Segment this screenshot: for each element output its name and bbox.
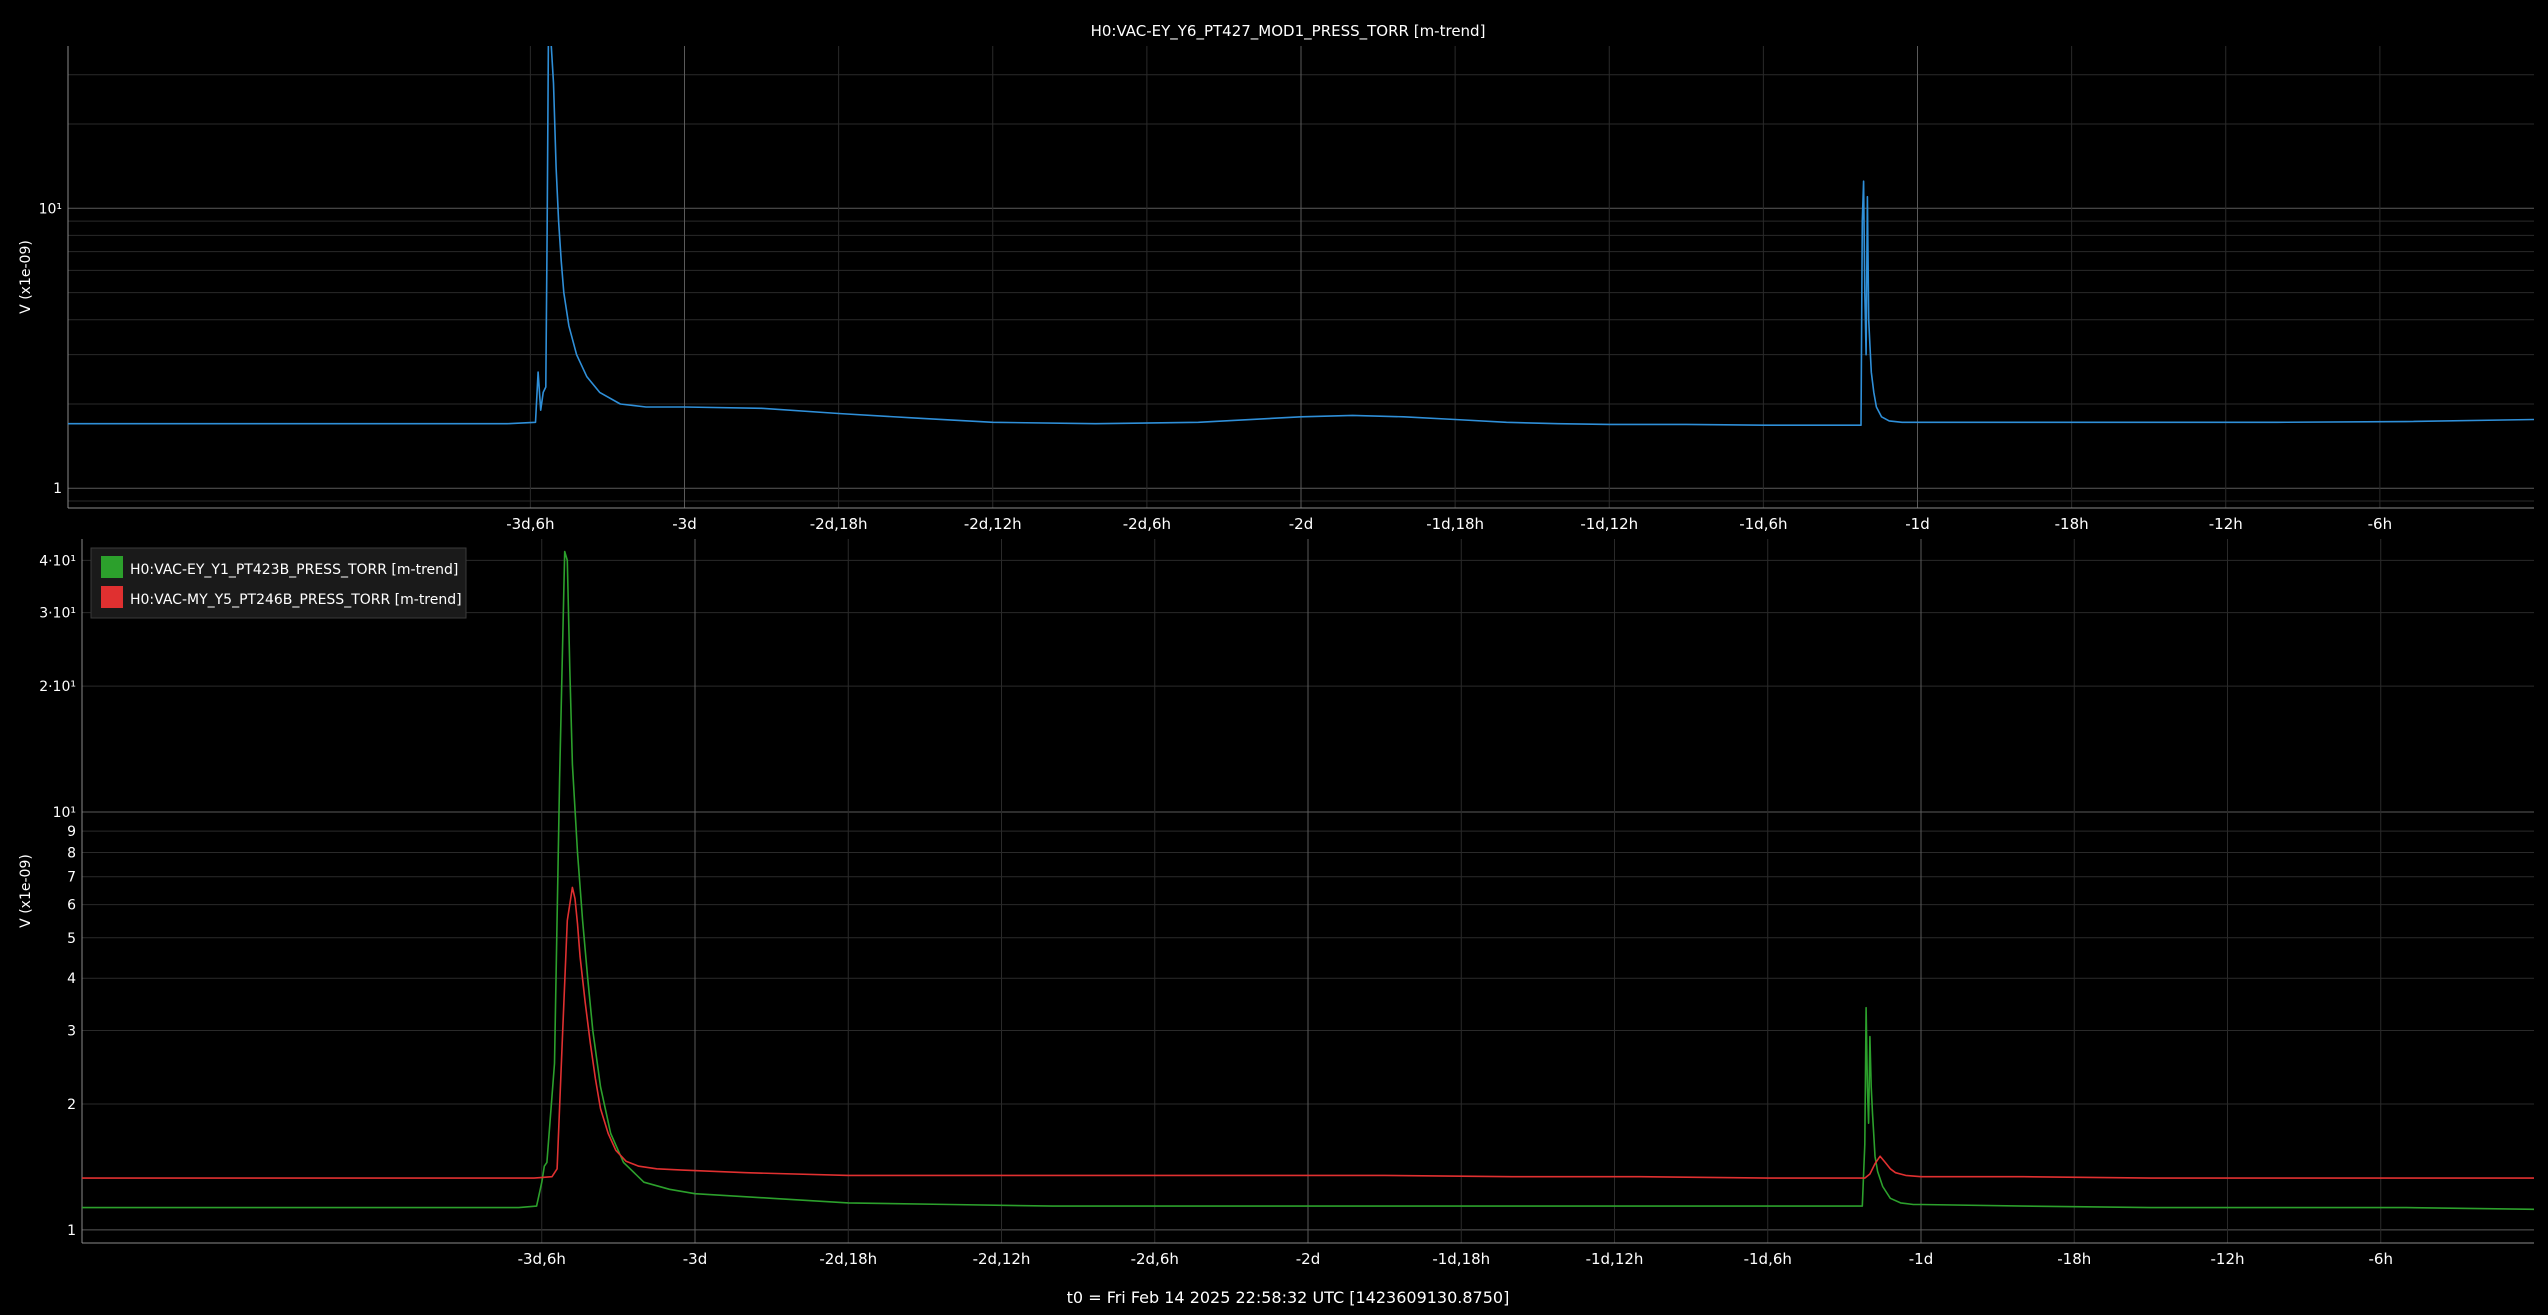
y-tick-label: 2	[67, 1097, 76, 1113]
y-axis-label: V (x1e-09)	[18, 854, 34, 928]
x-tick-label: -1d	[1905, 515, 1929, 533]
x-tick-label: -1d,6h	[1739, 515, 1787, 533]
x-tick-label: -2d,18h	[819, 1250, 877, 1268]
x-tick-label: -2d,6h	[1131, 1250, 1179, 1268]
x-tick-label: -1d	[1909, 1250, 1933, 1268]
x-tick-label: -3d,6h	[506, 515, 554, 533]
x-tick-label: -12h	[2209, 515, 2243, 533]
y-tick-label: 10¹	[53, 805, 76, 821]
x-tick-label: -1d,12h	[1586, 1250, 1644, 1268]
x-tick-label: -18h	[2057, 1250, 2091, 1268]
time-origin-footer: t0 = Fri Feb 14 2025 22:58:32 UTC [14236…	[1067, 1288, 1510, 1307]
y-tick-label: 3	[67, 1023, 76, 1039]
y-tick-label: 8	[67, 845, 76, 861]
y-tick-label: 1	[53, 481, 62, 497]
x-tick-label: -6h	[2368, 515, 2392, 533]
x-tick-label: -3d,6h	[518, 1250, 566, 1268]
top-plot-title: H0:VAC-EY_Y6_PT427_MOD1_PRESS_TORR [m-tr…	[1091, 22, 1486, 41]
x-tick-label: -2d,12h	[964, 515, 1022, 533]
y-tick-label: 10¹	[39, 201, 62, 217]
x-tick-label: -18h	[2055, 515, 2089, 533]
y-tick-label: 4	[67, 971, 76, 987]
x-tick-label: -6h	[2369, 1250, 2393, 1268]
y-tick-label: 2·10¹	[39, 679, 76, 695]
y-tick-label: 6	[67, 898, 76, 914]
legend-swatch-green	[101, 556, 123, 578]
x-tick-label: -2d	[1289, 515, 1313, 533]
x-tick-label: -3d	[672, 515, 696, 533]
x-tick-label: -2d,12h	[973, 1250, 1031, 1268]
y-axis-label: V (x1e-09)	[18, 240, 34, 314]
x-tick-label: -1d,6h	[1744, 1250, 1792, 1268]
legend-label-green: H0:VAC-EY_Y1_PT423B_PRESS_TORR [m-trend]	[130, 562, 458, 578]
x-tick-label: -1d,12h	[1580, 515, 1638, 533]
y-tick-label: 7	[67, 870, 76, 886]
x-tick-label: -12h	[2210, 1250, 2244, 1268]
x-tick-label: -2d	[1296, 1250, 1320, 1268]
x-tick-label: -3d	[683, 1250, 707, 1268]
legend: H0:VAC-EY_Y1_PT423B_PRESS_TORR [m-trend]…	[90, 547, 467, 619]
y-tick-label: 5	[67, 931, 76, 947]
x-tick-label: -1d,18h	[1426, 515, 1484, 533]
x-tick-label: -1d,18h	[1432, 1250, 1490, 1268]
y-tick-label: 3·10¹	[39, 606, 76, 622]
x-tick-label: -2d,6h	[1123, 515, 1171, 533]
y-tick-label: 4·10¹	[39, 553, 76, 569]
y-tick-label: 9	[67, 824, 76, 840]
legend-swatch-red	[101, 586, 123, 608]
legend-label-red: H0:VAC-MY_Y5_PT246B_PRESS_TORR [m-trend]	[130, 592, 462, 608]
background	[0, 0, 2548, 1315]
chart-figure: -3d,6h -3d -2d,18h -2d,12h -2d,6h -2d -1d,18h -…	[0, 0, 2548, 1315]
x-tick-label: -2d,18h	[810, 515, 868, 533]
y-tick-label: 1	[67, 1223, 76, 1239]
